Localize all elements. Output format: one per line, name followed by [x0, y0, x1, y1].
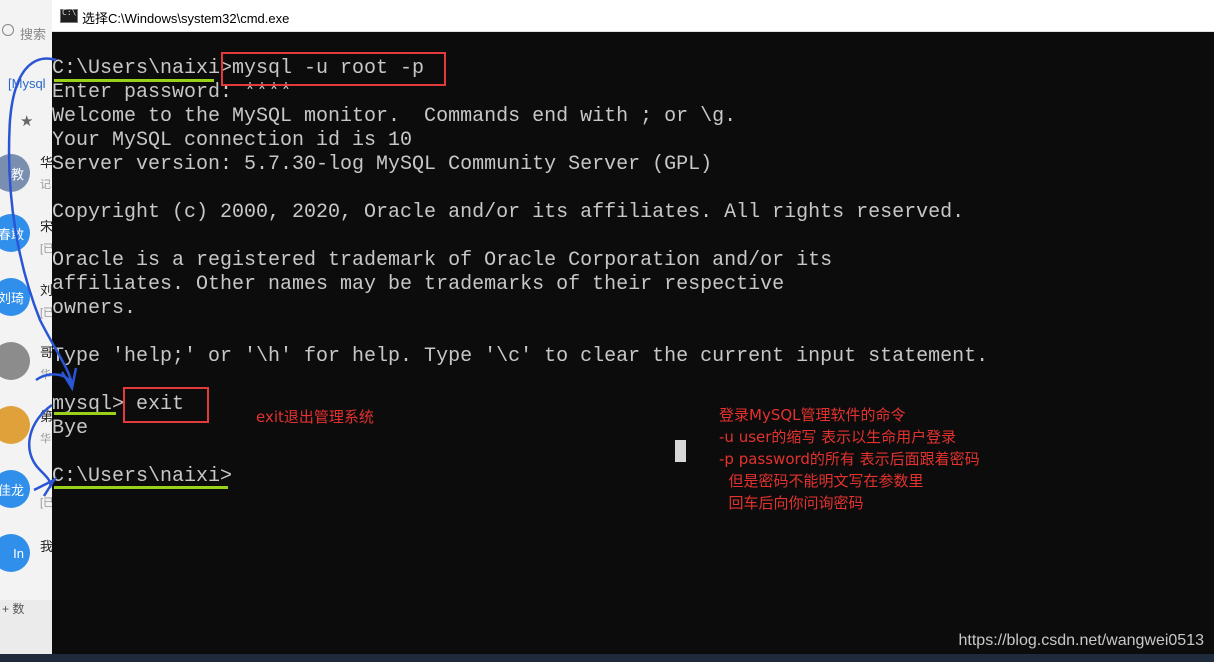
avatar[interactable]: 刘琦 — [0, 278, 30, 316]
console-line: Your MySQL connection id is 10 — [52, 129, 413, 152]
console-line: Oracle is a registered trademark of Orac… — [52, 249, 833, 272]
taskbar — [0, 654, 1214, 662]
avatar-label: 教 — [10, 166, 24, 182]
avatar[interactable]: 春敢 — [0, 214, 30, 252]
background-bottom-text: + 数 — [2, 602, 25, 616]
window-title: 选择C:\Windows\system32\cmd.exe — [82, 11, 290, 26]
console-line: Welcome to the MySQL monitor. Commands e… — [52, 105, 737, 128]
command-highlight-box — [221, 52, 446, 86]
login-annotation-line: 登录MySQL管理软件的命令 — [719, 406, 906, 424]
login-annotation-line: 回车后向你问询密码 — [719, 494, 864, 512]
login-annotation-line: -u user的缩写 表示以生命用户登录 — [719, 428, 957, 446]
prompt-underline — [54, 79, 214, 82]
console-line: affiliates. Other names may be trademark… — [52, 273, 785, 296]
contact-preview: 华 — [40, 433, 51, 445]
background-search-label: 搜索 — [20, 27, 47, 42]
avatar-label: In — [13, 545, 24, 561]
console-line: Server version: 5.7.30-log MySQL Communi… — [52, 153, 713, 176]
cmd-app-icon — [60, 8, 78, 23]
text-cursor — [675, 440, 686, 462]
exit-highlight-box — [123, 387, 209, 423]
avatar[interactable]: 教 — [0, 154, 30, 192]
background-app-panel: 搜索 [Mysql ★ 教 华 记 春敢 宋 [已 刘琦 刘 [已 哥 华 第 … — [0, 0, 54, 662]
background-search-box[interactable]: 搜索 — [0, 22, 52, 46]
window-titlebar[interactable]: 选择C:\Windows\system32\cmd.exe — [52, 0, 1214, 32]
search-icon — [2, 24, 14, 36]
background-link[interactable]: [Mysql — [8, 76, 46, 91]
avatar[interactable] — [0, 406, 30, 444]
console-line: Copyright (c) 2000, 2020, Oracle and/or … — [52, 201, 965, 224]
console-line: Bye — [52, 417, 89, 440]
avatar-label: 刘琦 — [0, 290, 24, 306]
watermark: https://blog.csdn.net/wangwei0513 — [958, 632, 1205, 649]
background-bottom-bar: + 数 — [0, 600, 52, 662]
login-annotation-line: 但是密码不能明文写在参数里 — [719, 472, 924, 490]
prompt: C:\Users\naixi> — [52, 57, 233, 80]
avatar[interactable] — [0, 342, 30, 380]
prompt-underline — [54, 412, 116, 415]
console-line: owners. — [52, 297, 137, 320]
login-annotation-line: -p password的所有 表示后面跟着密码 — [719, 450, 980, 468]
avatar-label: 佳龙 — [0, 482, 24, 498]
contact-preview: 华 — [40, 369, 51, 381]
star-icon[interactable]: ★ — [20, 112, 33, 130]
avatar[interactable]: 佳龙 — [0, 470, 30, 508]
console-line: Type 'help;' or '\h' for help. Type '\c'… — [52, 345, 989, 368]
avatar[interactable]: In — [0, 534, 30, 572]
prompt-underline — [54, 486, 228, 489]
avatar-label: 春敢 — [0, 226, 24, 242]
exit-annotation: exit退出管理系统 — [256, 408, 374, 426]
cmd-window[interactable]: 选择C:\Windows\system32\cmd.exe C:\Users\n… — [52, 0, 1214, 662]
contact-preview: 记 — [40, 179, 51, 191]
